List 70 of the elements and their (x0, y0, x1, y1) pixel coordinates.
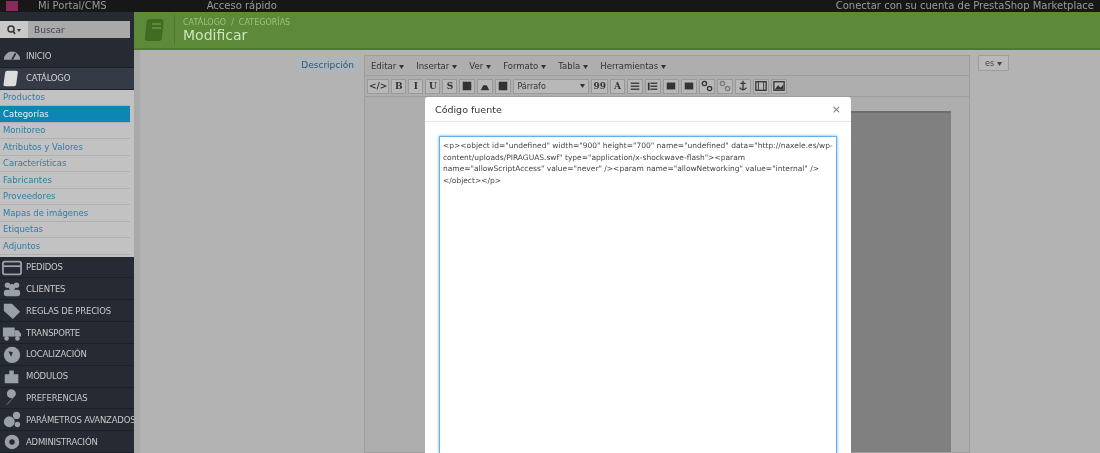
caret-icon (486, 64, 492, 69)
caret-icon (661, 64, 667, 69)
page-title: Modificar (183, 26, 249, 43)
field-label: Descripción (297, 58, 358, 72)
toolbar-button[interactable] (734, 78, 751, 94)
toolbar-icon (682, 80, 695, 92)
caret-icon (997, 61, 1003, 66)
sidebar-item[interactable]: TRANSPORTE (0, 322, 134, 344)
toolbar-button[interactable]: I (408, 78, 424, 94)
toolbar-button[interactable]: B (391, 78, 407, 94)
close-button[interactable]: × (831, 102, 841, 116)
sidebar-item[interactable]: CLIENTES (0, 278, 134, 301)
sidebar-item[interactable]: CATÁLOGO (0, 67, 134, 90)
toolbar-button[interactable] (662, 78, 679, 94)
format-dropdown[interactable]: Párrafo (513, 78, 590, 94)
toolbar-button[interactable]: </> (367, 78, 390, 94)
language-dropdown[interactable]: es (978, 55, 1010, 71)
editor-menu-item[interactable]: Tabla (558, 60, 589, 71)
toolbar-button[interactable] (626, 78, 643, 94)
caret-icon (541, 64, 547, 69)
editor-menu-item[interactable]: Formato (503, 60, 547, 71)
toolbar-button[interactable]: 99 (591, 78, 608, 94)
toolbar-button[interactable] (680, 78, 697, 94)
search-icon (7, 24, 21, 35)
editor-menu-item[interactable]: Insertar (416, 60, 458, 71)
editor-menu-item[interactable]: Ver (469, 60, 492, 71)
caret-icon (399, 64, 405, 69)
marketplace-link[interactable]: Conectar con su cuenta de PrestaShop Marketplace (835, 0, 1094, 12)
breadcrumb-separator: / (231, 17, 234, 27)
toolbar-icon (718, 80, 731, 92)
caret-icon (580, 84, 586, 88)
search-button[interactable] (0, 21, 28, 39)
toolbar-icon (461, 80, 474, 92)
quick-access-menu[interactable]: Acceso rápido (206, 0, 277, 12)
toolbar-button[interactable] (752, 78, 769, 94)
toolbar-button[interactable] (644, 78, 661, 94)
toolbar-button[interactable]: A (609, 78, 625, 94)
toolbar-icon (736, 80, 749, 92)
sidebar-item[interactable]: MÓDULOS (0, 365, 134, 388)
menu-icon (2, 410, 22, 430)
toolbar-icon (700, 80, 713, 92)
toolbar-button[interactable] (459, 78, 476, 94)
dialog-title: Código fuente (435, 103, 502, 115)
toolbar-button[interactable]: S (442, 78, 458, 94)
caret-icon (583, 64, 589, 69)
toolbar-icon (754, 80, 767, 92)
toolbar-icon (628, 80, 641, 92)
menu-icon (2, 301, 22, 321)
sidebar-item[interactable]: PARÁMETROS AVANZADOS (0, 409, 134, 432)
editor-menu-item[interactable]: Herramientas (600, 60, 667, 71)
sidebar-item[interactable]: INICIO (0, 46, 134, 68)
sidebar-item[interactable]: ADMINISTRACIÓN (0, 431, 134, 453)
sidebar-item[interactable]: PEDIDOS (0, 256, 134, 279)
caret-icon (452, 64, 458, 69)
sidebar-item[interactable]: REGLAS DE PRECIOS (0, 300, 134, 323)
submenu-item[interactable]: Categorías (0, 106, 130, 123)
toolbar-icon (497, 80, 510, 92)
editor-menu-item[interactable]: Editar (371, 60, 405, 71)
toolbar-button[interactable] (698, 78, 715, 94)
brand-name[interactable]: Mi Portal/CMS (38, 0, 107, 12)
toolbar-button[interactable] (770, 78, 787, 94)
toolbar-button[interactable]: U (425, 78, 441, 94)
toolbar-button[interactable] (477, 78, 494, 94)
book-icon (144, 18, 166, 42)
sidebar-item[interactable]: LOCALIZACIÓN (0, 343, 134, 366)
toolbar-icon (664, 80, 677, 92)
search-field[interactable]: Buscar (28, 21, 130, 39)
toolbar-icon (646, 80, 659, 92)
toolbar-button[interactable] (495, 78, 512, 94)
toolbar-icon (772, 80, 785, 92)
